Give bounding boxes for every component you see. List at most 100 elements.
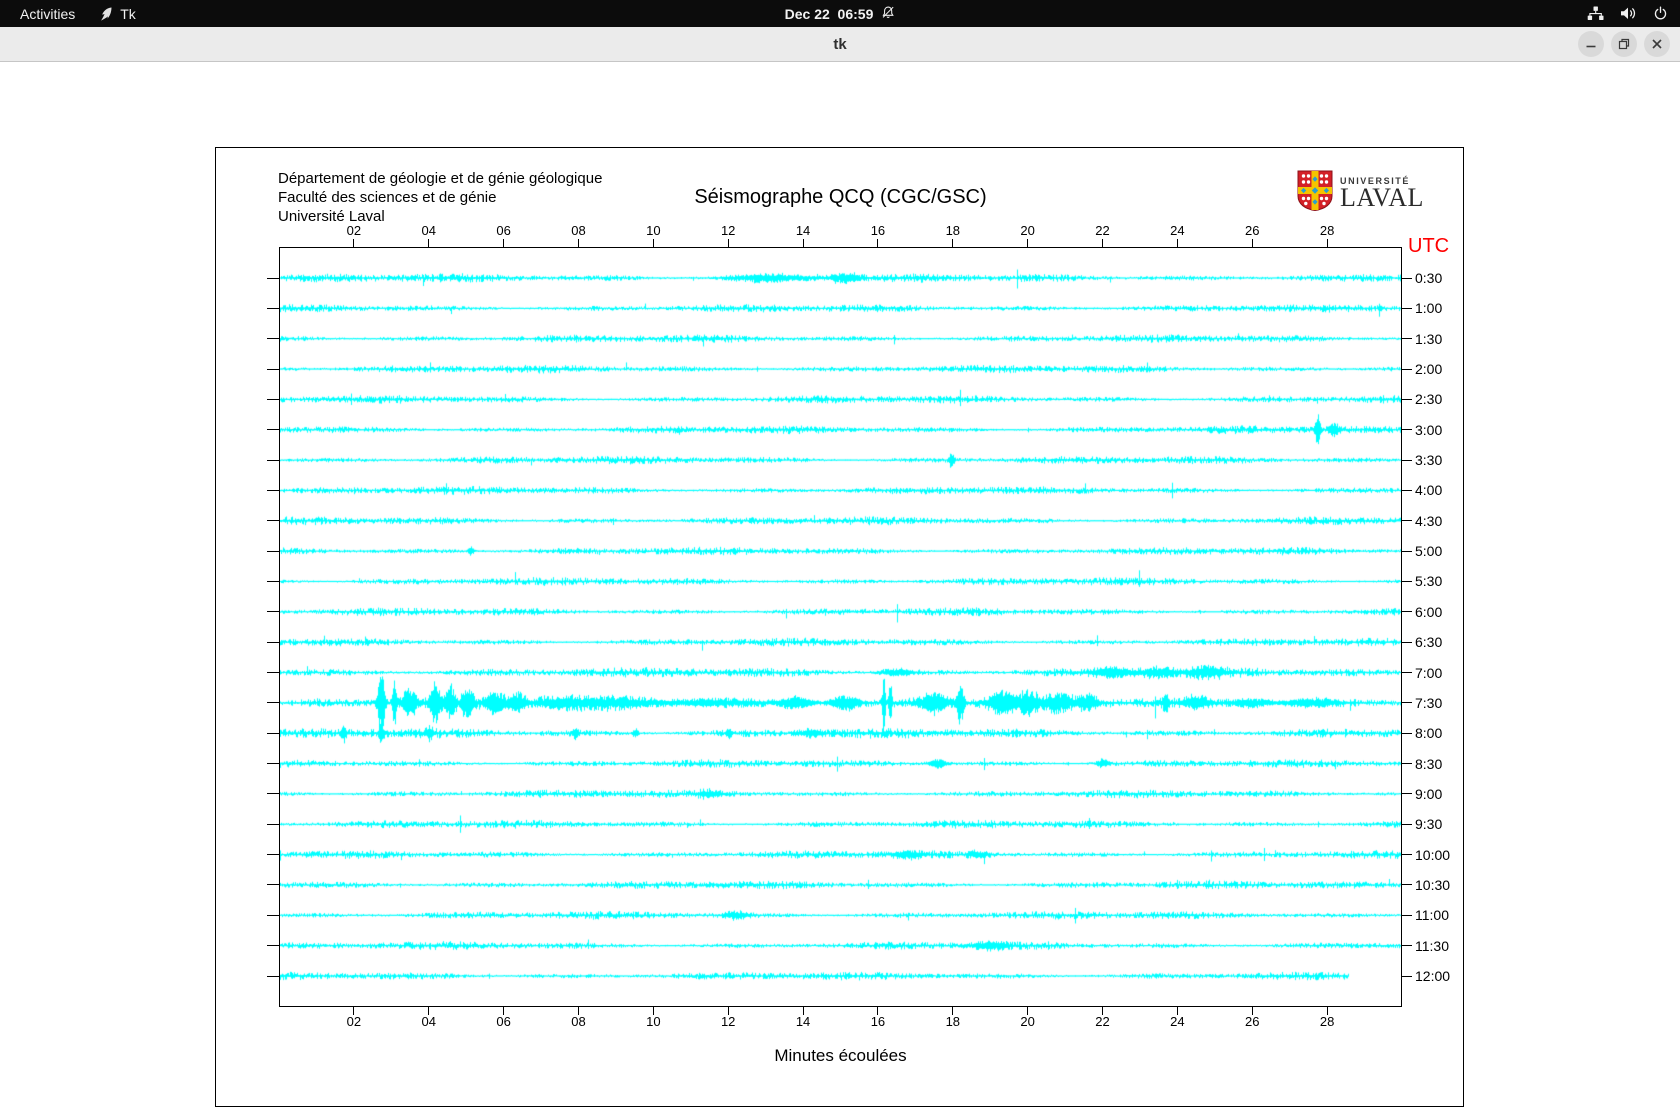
- seismograph-canvas-frame: Département de géologie et de génie géol…: [215, 147, 1464, 1107]
- row-tick-left: [267, 550, 279, 552]
- row-tick-left: [267, 459, 279, 461]
- time-row-label: 9:30: [1415, 816, 1443, 833]
- time-row-label: 1:00: [1415, 300, 1443, 317]
- row-tick-right: [1402, 793, 1412, 795]
- x-tick-label-top: 16: [870, 223, 886, 238]
- time-row-label: 11:00: [1415, 907, 1449, 924]
- x-tick-label-bottom: 04: [421, 1014, 436, 1029]
- x-axis-title: Minutes écoulées: [774, 1046, 907, 1065]
- x-tick-label-top: 20: [1020, 223, 1035, 238]
- row-tick-left: [267, 580, 279, 582]
- x-tick-label-bottom: 20: [1020, 1014, 1035, 1029]
- x-tick-label-bottom: 26: [1245, 1014, 1260, 1029]
- time-row-label: 5:30: [1415, 573, 1443, 590]
- x-tick-top: [877, 239, 879, 247]
- time-row-label: 9:00: [1415, 785, 1443, 802]
- clock-button[interactable]: Dec 22 06:59: [773, 0, 908, 27]
- time-row-label: 4:00: [1415, 482, 1443, 499]
- x-tick-label-bottom: 14: [795, 1014, 811, 1029]
- row-tick-right: [1402, 550, 1412, 552]
- x-tick-top: [1326, 239, 1328, 247]
- x-tick-top: [652, 239, 654, 247]
- time-row-label: 8:30: [1415, 755, 1443, 772]
- time-row-label: 7:00: [1415, 664, 1443, 681]
- x-tick-label-bottom: 22: [1095, 1014, 1110, 1029]
- row-tick-left: [267, 368, 279, 370]
- row-tick-right: [1402, 641, 1412, 643]
- row-tick-right: [1402, 398, 1412, 400]
- volume-icon: [1620, 6, 1637, 21]
- row-tick-right: [1402, 611, 1412, 613]
- row-tick-left: [267, 641, 279, 643]
- row-tick-right: [1402, 489, 1412, 491]
- time-row-label: 10:00: [1415, 846, 1451, 863]
- trace-canvas: [280, 248, 1401, 1006]
- tk-app-menu[interactable]: Tk: [87, 0, 148, 27]
- x-tick-label-bottom: 02: [346, 1014, 362, 1029]
- row-tick-left: [267, 732, 279, 734]
- x-tick-top: [727, 239, 729, 247]
- power-icon: [1653, 6, 1668, 21]
- time-row-label: 12:00: [1415, 968, 1451, 984]
- clock-label: Dec 22 06:59: [784, 5, 874, 22]
- row-tick-left: [267, 854, 279, 856]
- maximize-button[interactable]: [1611, 31, 1637, 57]
- x-tick-label-top: 10: [646, 223, 661, 238]
- time-row-label: 10:30: [1415, 876, 1451, 893]
- row-tick-right: [1402, 520, 1412, 522]
- row-tick-right: [1402, 975, 1412, 977]
- x-tick-label-bottom: 12: [720, 1014, 736, 1029]
- x-tick-top: [1251, 239, 1253, 247]
- row-tick-right: [1402, 732, 1412, 734]
- x-tick-top: [952, 239, 954, 247]
- row-tick-right: [1402, 307, 1412, 309]
- row-tick-right: [1402, 884, 1412, 886]
- laval-shield-icon: [1297, 170, 1333, 216]
- activities-button[interactable]: Activities: [8, 0, 87, 27]
- row-tick-left: [267, 672, 279, 674]
- tk-feather-icon: [99, 6, 113, 22]
- x-tick-top: [1102, 239, 1104, 247]
- laval-wordmark: UNIVERSITÉ LAVAL: [1340, 176, 1424, 212]
- tk-app-label: Tk: [120, 5, 136, 22]
- time-row-label: 0:30: [1415, 270, 1443, 286]
- x-tick-label-bottom: 18: [945, 1014, 961, 1029]
- app-content: Département de géologie et de génie géol…: [0, 62, 1680, 1107]
- row-tick-right: [1402, 580, 1412, 582]
- x-tick-label-top: 04: [421, 223, 436, 238]
- x-tick-label-top: 02: [346, 223, 362, 238]
- row-tick-left: [267, 702, 279, 704]
- x-tick-label-bottom: 06: [496, 1014, 511, 1029]
- plot-area: [279, 247, 1402, 1007]
- row-tick-right: [1402, 368, 1412, 370]
- x-tick-label-top: 26: [1245, 223, 1260, 238]
- x-tick-top: [1027, 239, 1029, 247]
- row-tick-right: [1402, 914, 1412, 916]
- row-tick-left: [267, 307, 279, 309]
- x-tick-top: [503, 239, 505, 247]
- row-tick-left: [267, 945, 279, 947]
- notifications-disabled-icon: [880, 5, 895, 23]
- close-button[interactable]: [1644, 31, 1670, 57]
- minimize-button[interactable]: [1578, 31, 1604, 57]
- time-row-label: 8:00: [1415, 725, 1443, 742]
- row-tick-left: [267, 489, 279, 491]
- system-status-area[interactable]: [1587, 0, 1680, 27]
- time-row-label: 11:30: [1415, 937, 1449, 954]
- x-tick-label-bottom: 28: [1319, 1014, 1335, 1029]
- x-tick-top: [428, 239, 430, 247]
- x-tick-label-top: 18: [945, 223, 961, 238]
- x-tick-label-top: 12: [720, 223, 736, 238]
- institution-line-3: Université Laval: [278, 208, 385, 225]
- row-tick-left: [267, 823, 279, 825]
- time-row-label: 1:30: [1415, 330, 1443, 347]
- x-tick-label-bottom: 10: [646, 1014, 661, 1029]
- network-wired-icon: [1587, 6, 1604, 21]
- row-tick-right: [1402, 702, 1412, 704]
- chart-title: Séismographe QCQ (CGC/GSC): [694, 186, 987, 208]
- x-tick-label-top: 14: [795, 223, 811, 238]
- laval-logo: UNIVERSITÉ LAVAL: [1297, 170, 1424, 216]
- x-tick-label-bottom: 24: [1170, 1014, 1185, 1029]
- laval-wordmark-big: LAVAL: [1340, 183, 1424, 212]
- row-tick-left: [267, 611, 279, 613]
